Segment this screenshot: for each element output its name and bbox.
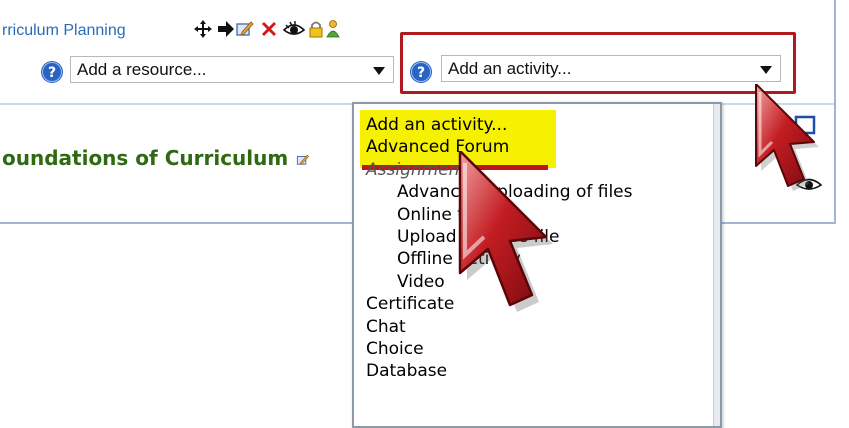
dropdown-scrollbar[interactable] [713,104,720,426]
edit-icon[interactable] [295,153,311,167]
move-right-icon[interactable] [217,19,235,39]
role-icon[interactable] [326,19,340,39]
hide-icon[interactable] [283,19,305,39]
dropdown-option[interactable]: Add an activity... [366,114,507,136]
dropdown-option[interactable]: Upload a single file [397,226,559,248]
hide-icon[interactable] [796,172,822,194]
add-resource-select-value: Add a resource... [77,60,207,79]
dropdown-optgroup-label: Assignments [366,160,475,180]
dropdown-option[interactable]: Chat [366,316,406,338]
dropdown-option[interactable]: Advanced uploading of files [397,181,633,203]
dropdown-option[interactable]: Database [366,360,447,382]
dropdown-option[interactable]: Offline activity [397,248,521,270]
delete-icon[interactable] [259,19,279,39]
edit-icon[interactable] [235,19,255,39]
topic-link[interactable]: rriculum Planning [2,22,126,40]
section-title: oundations of Curriculum [2,146,311,170]
dropdown-option[interactable]: Video [397,271,445,293]
window-icon[interactable] [793,114,817,138]
section-title-text: oundations of Curriculum [2,146,289,170]
add-resource-select[interactable]: Add a resource... [70,56,394,83]
dropdown-option[interactable]: Advanced Forum [366,136,509,158]
lock-icon[interactable] [308,19,324,39]
move-icon[interactable] [193,19,213,39]
activity-callout-box [400,32,796,94]
dropdown-option[interactable]: Certificate [366,293,454,315]
dropdown-option[interactable]: Online text [397,204,491,226]
dropdown-option[interactable]: Choice [366,338,424,360]
chevron-down-icon [373,67,385,75]
help-icon[interactable]: ? [40,60,64,84]
svg-text:?: ? [48,65,56,81]
